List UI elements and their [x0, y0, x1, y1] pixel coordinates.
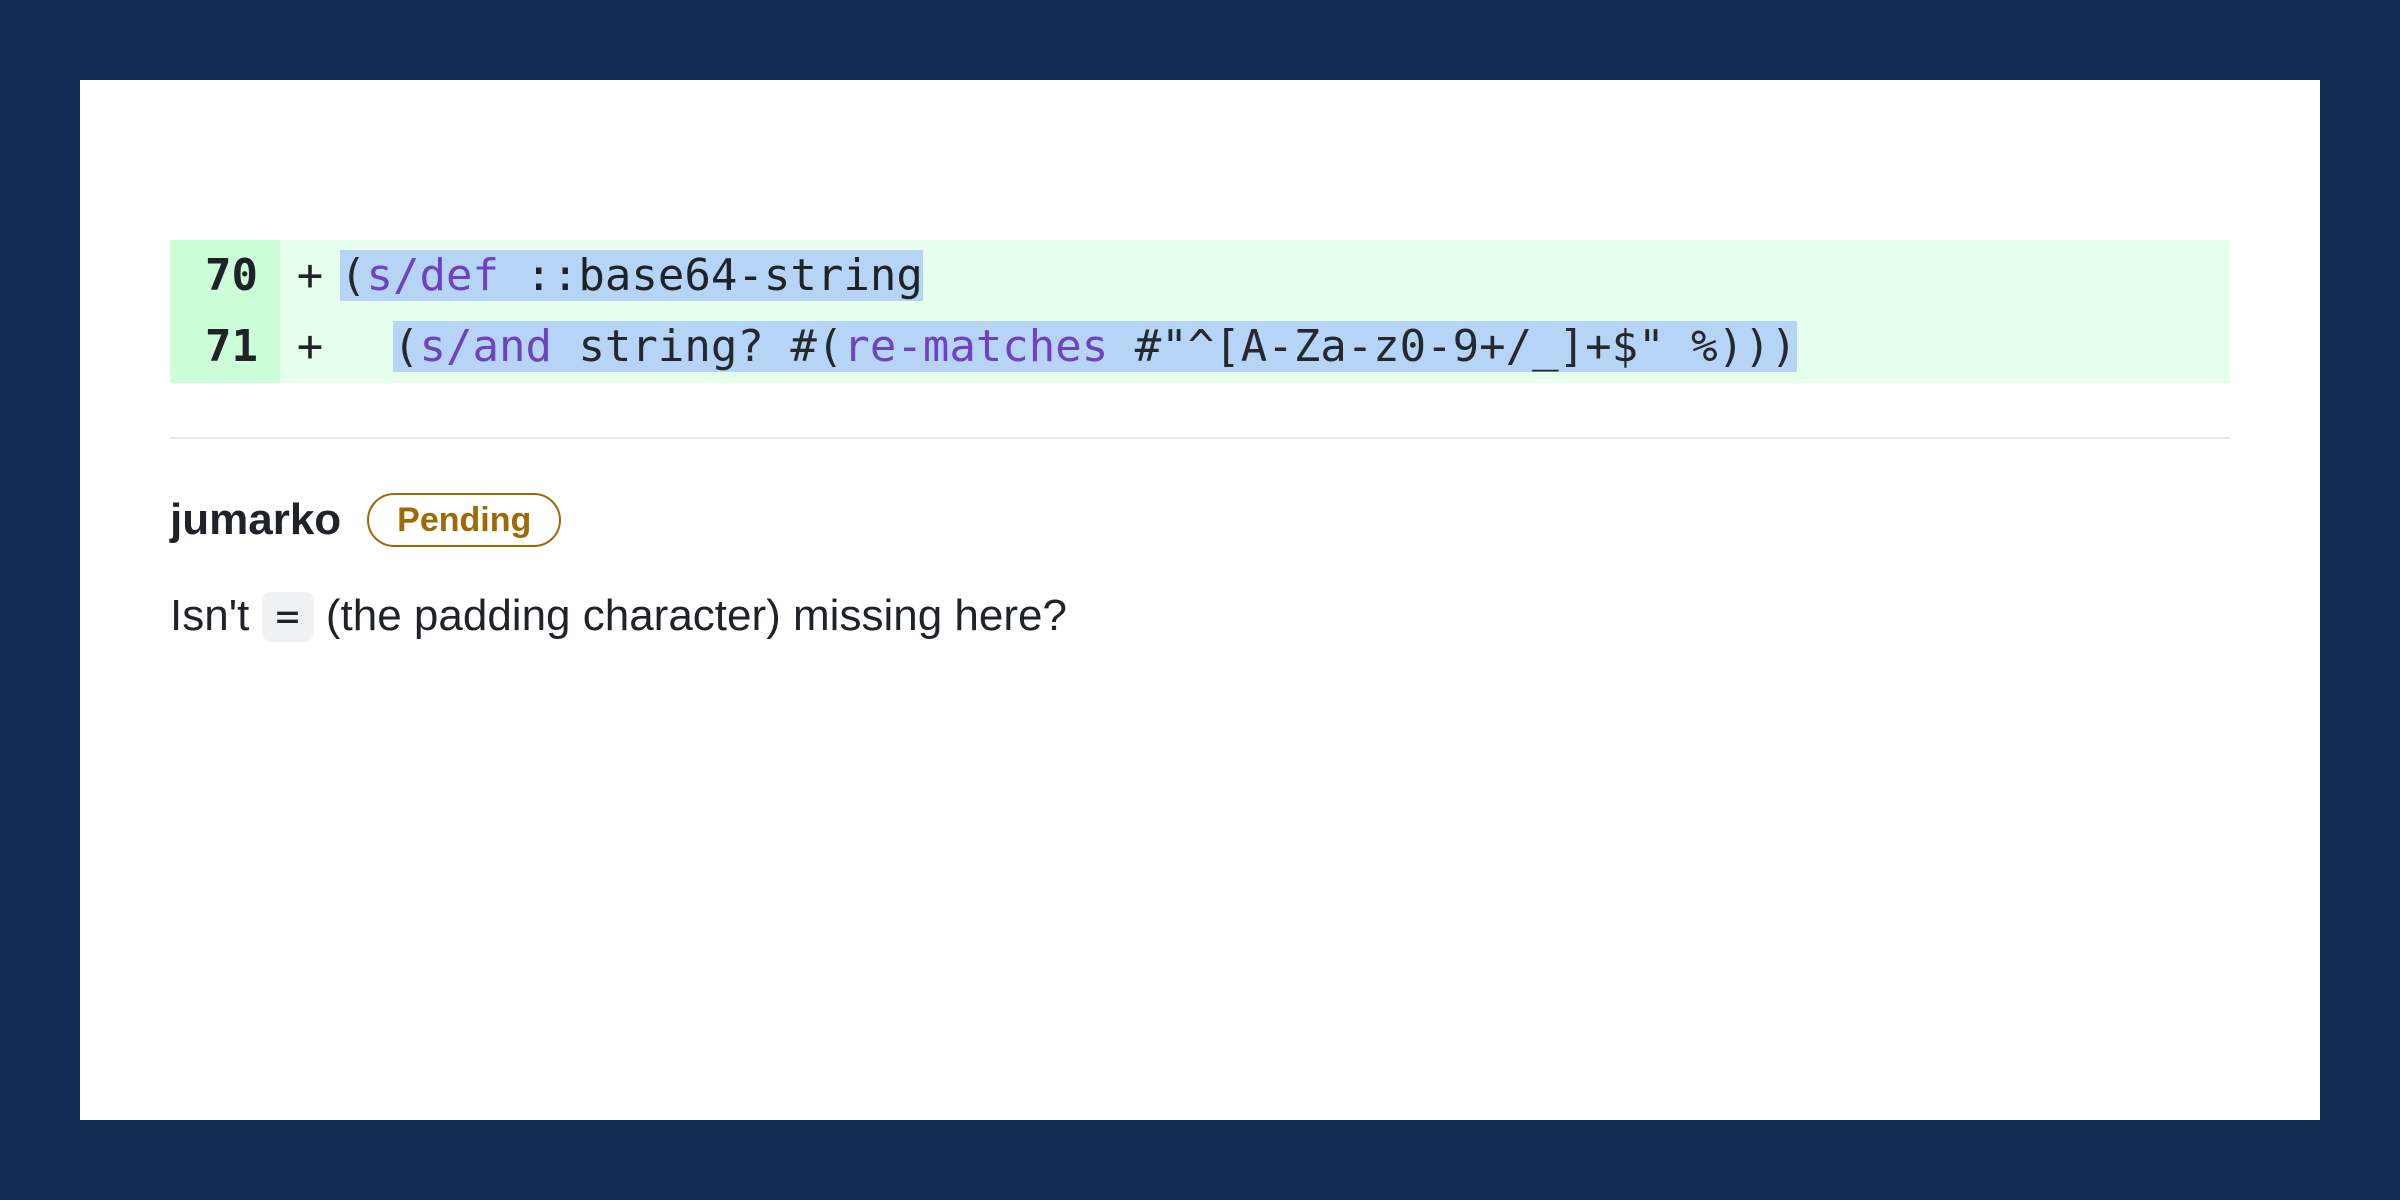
- code-line[interactable]: (s/def ::base64-string: [340, 240, 2230, 311]
- indent: [340, 321, 393, 372]
- diff-block: 70 + (s/def ::base64-string 71 + (s/and …: [170, 240, 2230, 383]
- diff-row[interactable]: 71 + (s/and string? #(re-matches #"^[A-Z…: [170, 311, 2230, 382]
- inline-code: =: [262, 592, 314, 642]
- punct-close: ))): [1718, 321, 1797, 372]
- token-percent: %: [1691, 321, 1718, 372]
- punct-open: (: [393, 321, 420, 372]
- space: [1665, 321, 1692, 372]
- token-symbol: re-matches: [843, 321, 1108, 372]
- comment-author[interactable]: jumarko: [170, 495, 341, 545]
- token-keyword: ::base64-string: [525, 250, 922, 301]
- code-line[interactable]: (s/and string? #(re-matches #"^[A-Za-z0-…: [340, 311, 2230, 382]
- token-symbol: s/and: [419, 321, 551, 372]
- comment-text: (the padding character) missing here?: [314, 591, 1067, 640]
- line-number: 71: [170, 311, 280, 382]
- space: [552, 321, 579, 372]
- line-number: 70: [170, 240, 280, 311]
- token-regex: #"^[A-Za-z0-9+/_]+$": [1135, 321, 1665, 372]
- comment-header: jumarko Pending: [170, 493, 2230, 547]
- diff-marker: +: [280, 240, 340, 311]
- status-badge: Pending: [367, 493, 561, 547]
- punct-open: (: [340, 250, 367, 301]
- comment-text: Isn't: [170, 591, 262, 640]
- comment-body: Isn't = (the padding character) missing …: [170, 591, 2230, 641]
- review-card: 70 + (s/def ::base64-string 71 + (s/and …: [80, 80, 2320, 1120]
- diff-marker: +: [280, 311, 340, 382]
- space: [499, 250, 526, 301]
- token-symbol: s/def: [367, 250, 499, 301]
- punct-hash-open: #(: [790, 321, 843, 372]
- divider: [170, 437, 2230, 439]
- diff-row[interactable]: 70 + (s/def ::base64-string: [170, 240, 2230, 311]
- space: [1108, 321, 1135, 372]
- space: [764, 321, 791, 372]
- token-symbol: string?: [578, 321, 763, 372]
